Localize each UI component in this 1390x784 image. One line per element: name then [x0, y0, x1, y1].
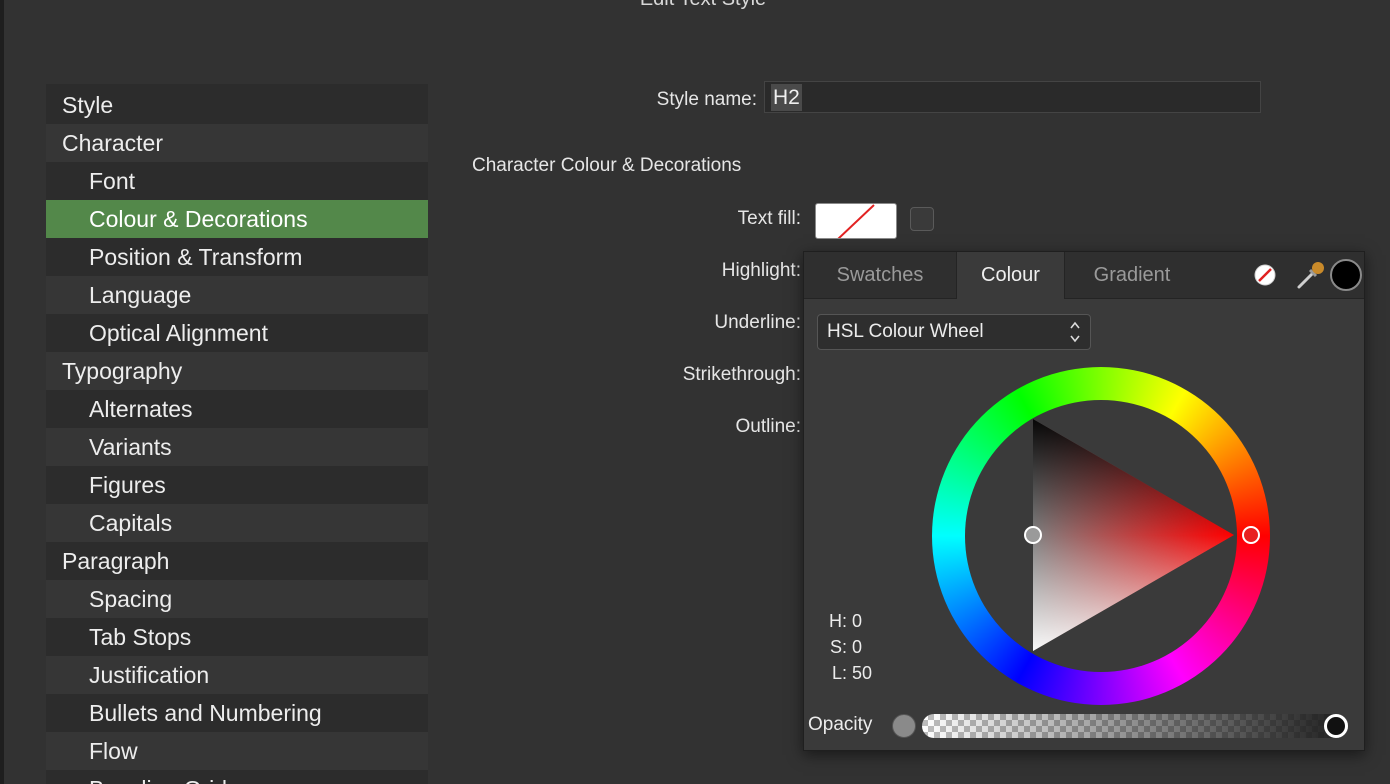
text-fill-swatch[interactable]: [815, 203, 897, 239]
style-name-label: Style name:: [656, 89, 757, 110]
lightness-label: L:: [831, 663, 847, 683]
sidebar-item[interactable]: Language: [46, 276, 428, 314]
sidebar-item[interactable]: Typography: [46, 352, 428, 390]
saturation-lightness-triangle[interactable]: [932, 367, 1270, 705]
strikethrough-label: Strikethrough:: [682, 364, 801, 385]
lightness-value: 50: [852, 663, 873, 683]
no-fill-icon: [837, 204, 875, 238]
sidebar-item[interactable]: Spacing: [46, 580, 428, 618]
sidebar-item[interactable]: Position & Transform: [46, 238, 428, 276]
tab-gradient[interactable]: Gradient: [1064, 252, 1200, 298]
section-heading: Character Colour & Decorations: [472, 155, 742, 176]
sidebar-item[interactable]: Capitals: [46, 504, 428, 542]
opacity-label: Opacity: [808, 714, 873, 735]
opacity-slider-track[interactable]: [922, 714, 1348, 738]
tab-swatches[interactable]: Swatches: [804, 252, 956, 298]
sl-marker[interactable]: [1024, 526, 1042, 544]
underline-label: Underline:: [714, 312, 801, 333]
hue-label: H:: [829, 611, 847, 631]
sidebar-item[interactable]: Figures: [46, 466, 428, 504]
opacity-preview-dot: [892, 714, 916, 738]
current-colour-icon[interactable]: [1329, 258, 1363, 292]
sidebar-item[interactable]: Variants: [46, 428, 428, 466]
no-fill-icon[interactable]: [1253, 263, 1277, 287]
text-fill-checkbox[interactable]: [910, 207, 934, 231]
saturation-value: 0: [852, 637, 863, 657]
sidebar-item[interactable]: Bullets and Numbering: [46, 694, 428, 732]
window-edge: [0, 0, 4, 784]
sidebar-item[interactable]: Justification: [46, 656, 428, 694]
hue-value: 0: [852, 611, 863, 631]
outline-label: Outline:: [735, 416, 801, 437]
opacity-slider-thumb[interactable]: [1324, 714, 1348, 738]
text-fill-label: Text fill:: [737, 208, 801, 229]
sidebar-item[interactable]: Baseline Grid: [46, 770, 428, 784]
sidebar-item[interactable]: Optical Alignment: [46, 314, 428, 352]
sidebar-item[interactable]: Tab Stops: [46, 618, 428, 656]
hsl-readout: H: 0 S: 0 L: 50: [820, 608, 872, 686]
dialog-title: Edit Text Style: [0, 0, 1390, 11]
tab-colour[interactable]: Colour: [956, 252, 1065, 299]
colour-model-value: HSL Colour Wheel: [827, 321, 984, 342]
sidebar-item[interactable]: Font: [46, 162, 428, 200]
sidebar-item[interactable]: Style: [46, 84, 428, 124]
colour-tabbar: Swatches Colour Gradient: [804, 252, 1364, 299]
sidebar-item[interactable]: Flow: [46, 732, 428, 770]
style-name-input[interactable]: H2: [764, 81, 1261, 113]
sidebar-item[interactable]: Alternates: [46, 390, 428, 428]
style-name-value: H2: [771, 84, 802, 111]
highlight-label: Highlight:: [721, 260, 801, 281]
edit-text-style-dialog: Edit Text Style StyleCharacterFontColour…: [0, 0, 1390, 784]
category-list[interactable]: Style Character Font Colour & Decorations Po…: [46, 84, 428, 784]
colour-model-select[interactable]: HSL Colour Wheel: [817, 314, 1091, 350]
saturation-label: S:: [829, 637, 847, 657]
colour-popover: Swatches Colour Gradient HSL Colour Whee…: [803, 251, 1365, 751]
sidebar-item[interactable]: Character: [46, 124, 428, 162]
hsl-colour-wheel[interactable]: [932, 367, 1270, 705]
select-arrows-icon: [1070, 321, 1080, 343]
hue-marker[interactable]: [1242, 526, 1260, 544]
sidebar-item[interactable]: Colour & Decorations: [46, 200, 428, 238]
eyedropper-icon[interactable]: [1294, 258, 1328, 292]
sidebar-item[interactable]: Paragraph: [46, 542, 428, 580]
